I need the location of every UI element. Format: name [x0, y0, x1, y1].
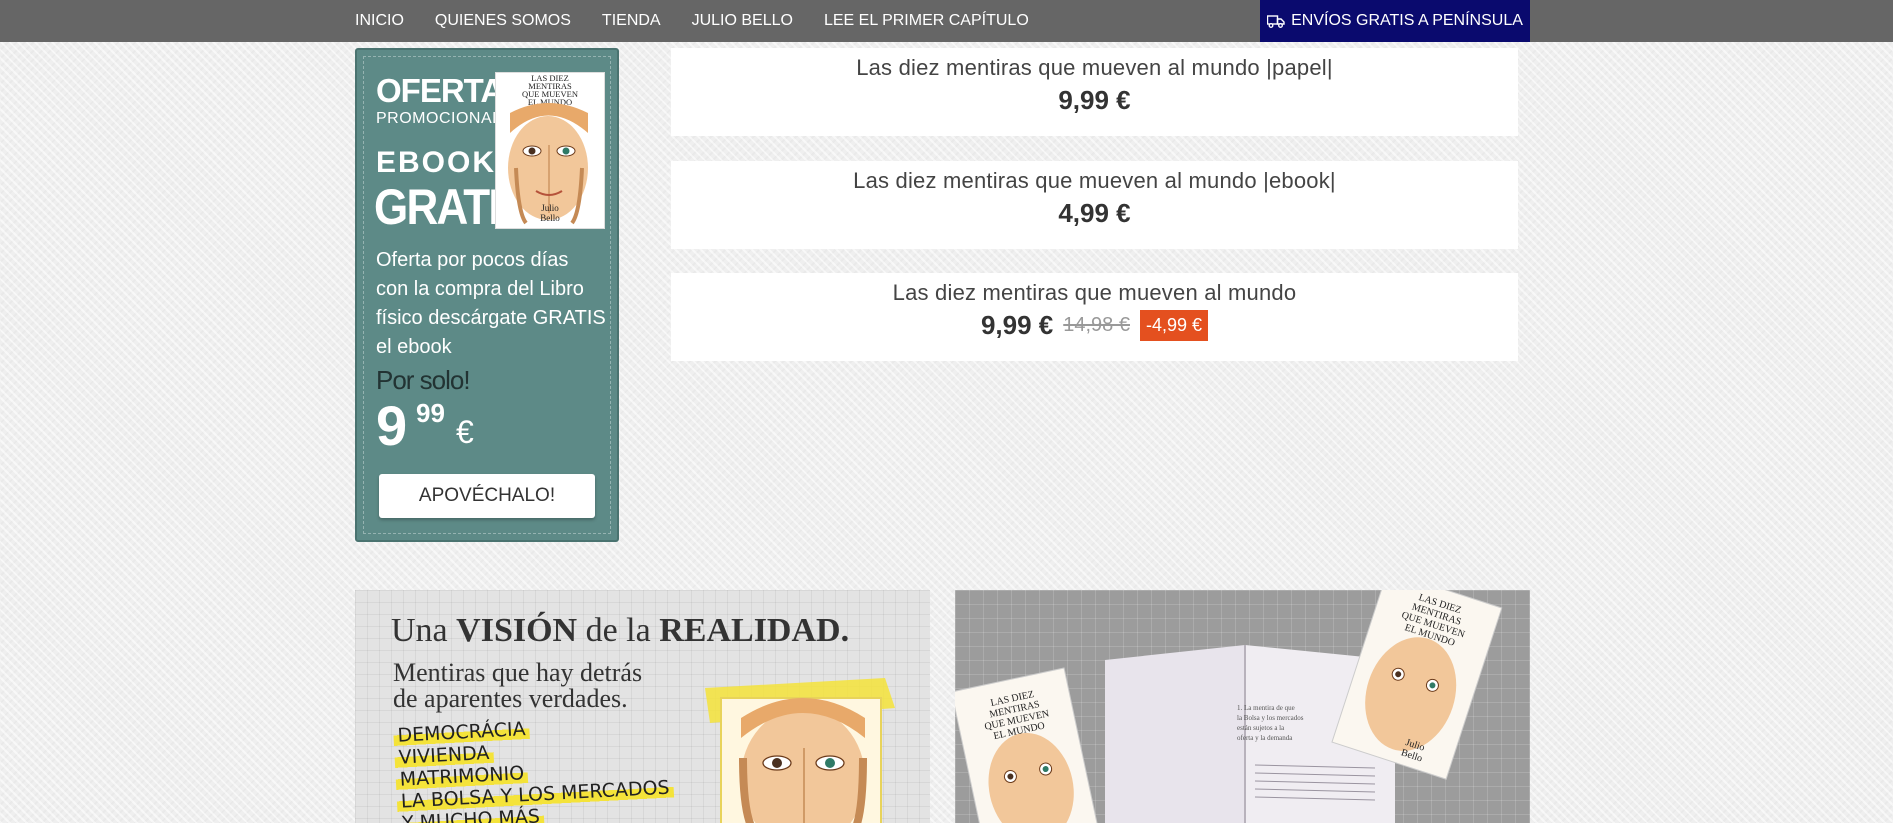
- truck-icon: [1267, 14, 1285, 28]
- promo-por-solo: Por solo!: [376, 365, 471, 395]
- product-item[interactable]: Las diez mentiras que mueven al mundo |p…: [671, 48, 1518, 136]
- banner-title-part: REALIDAD.: [659, 612, 850, 649]
- promo-ebook: EBOOK: [376, 146, 497, 179]
- product-price: 4,99 €: [1058, 198, 1131, 228]
- product-price-row: 9,99 € 14,98 € -4,99 €: [671, 310, 1518, 341]
- page-text: la Bolsa y los mercados: [1237, 714, 1304, 722]
- promo-price-dec: 99: [416, 398, 445, 428]
- promo-price-int: 9: [376, 394, 408, 457]
- page-text: oferta y la demanda: [1237, 734, 1293, 742]
- banner-title-part: Una: [391, 612, 448, 649]
- free-shipping-label: ENVÍOS GRATIS A PENÍNSULA: [1291, 12, 1523, 29]
- product-price-row: 4,99 €: [671, 198, 1518, 229]
- product-price: 9,99 €: [1058, 85, 1131, 115]
- promo-oferta: OFERTA: [376, 72, 504, 109]
- product-price: 9,99 €: [980, 310, 1054, 340]
- banner-title-part: VISIÓN: [456, 612, 578, 649]
- promo-promocional: PROMOCIONAL: [376, 110, 502, 127]
- book-photo-illustration: 1. La mentira de que la Bolsa y los merc…: [955, 590, 1503, 823]
- banner-subtitle-line: de aparentes verdades.: [393, 684, 628, 713]
- promo-description: Oferta por pocos días con la compra del …: [376, 249, 606, 358]
- product-item[interactable]: Las diez mentiras que mueven al mundo |e…: [671, 161, 1518, 249]
- main-nav: INICIO QUIENES SOMOS TIENDA JULIO BELLO …: [355, 0, 1060, 42]
- promo-widget: OFERTA PROMOCIONAL EBOOK GRATIS! LAS DIE…: [355, 48, 619, 542]
- nav-quienes-somos[interactable]: QUIENES SOMOS: [435, 12, 571, 30]
- product-name[interactable]: Las diez mentiras que mueven al mundo: [671, 280, 1518, 306]
- svg-text:Julio: Julio: [541, 203, 559, 213]
- nav-tienda[interactable]: TIENDA: [602, 12, 661, 30]
- nav-inicio[interactable]: INICIO: [355, 12, 404, 30]
- banner-vision-realidad[interactable]: Una VISIÓN de la REALIDAD. Mentiras que …: [355, 590, 930, 823]
- banner-face-illustration: [705, 678, 895, 823]
- free-shipping-banner[interactable]: ENVÍOS GRATIS A PENÍNSULA: [1260, 0, 1530, 42]
- banner-book-photo[interactable]: 1. La mentira de que la Bolsa y los merc…: [955, 590, 1530, 823]
- book-cover-image: LAS DIEZ MENTIRAS QUE MUEVEN EL MUNDO Ju…: [496, 73, 604, 228]
- promo-book-cover: LAS DIEZ MENTIRAS QUE MUEVEN EL MUNDO Ju…: [495, 72, 605, 229]
- svg-text:Bello: Bello: [540, 213, 560, 223]
- banner-title: Una VISIÓN de la REALIDAD.: [391, 612, 849, 650]
- nav-julio-bello[interactable]: JULIO BELLO: [692, 12, 793, 30]
- product-price-row: 9,99 €: [671, 85, 1518, 116]
- banner-subtitle: Mentiras que hay detrás de aparentes ver…: [393, 660, 642, 712]
- banner-topics-list: DEMOCRÁCIA VIVIENDA MATRIMONIO LA BOLSA …: [393, 712, 675, 823]
- discount-badge: -4,99 €: [1139, 310, 1209, 341]
- banner-subtitle-line: Mentiras que hay detrás: [393, 658, 643, 687]
- product-item[interactable]: Las diez mentiras que mueven al mundo 9,…: [671, 273, 1518, 361]
- product-old-price: 14,98 €: [1063, 314, 1130, 336]
- nav-primer-capitulo[interactable]: LEE EL PRIMER CAPÍTULO: [824, 12, 1029, 30]
- promo-price-currency: €: [456, 414, 474, 450]
- page-text: 1. La mentira de que: [1237, 704, 1295, 712]
- product-name[interactable]: Las diez mentiras que mueven al mundo |p…: [671, 55, 1518, 81]
- product-name[interactable]: Las diez mentiras que mueven al mundo |e…: [671, 168, 1518, 194]
- top-nav-bar: INICIO QUIENES SOMOS TIENDA JULIO BELLO …: [0, 0, 1893, 42]
- promo-cta-button[interactable]: APOVÉCHALO!: [379, 474, 595, 518]
- page-text: están sujetos a la: [1237, 724, 1285, 732]
- banner-title-part: de la: [585, 612, 651, 649]
